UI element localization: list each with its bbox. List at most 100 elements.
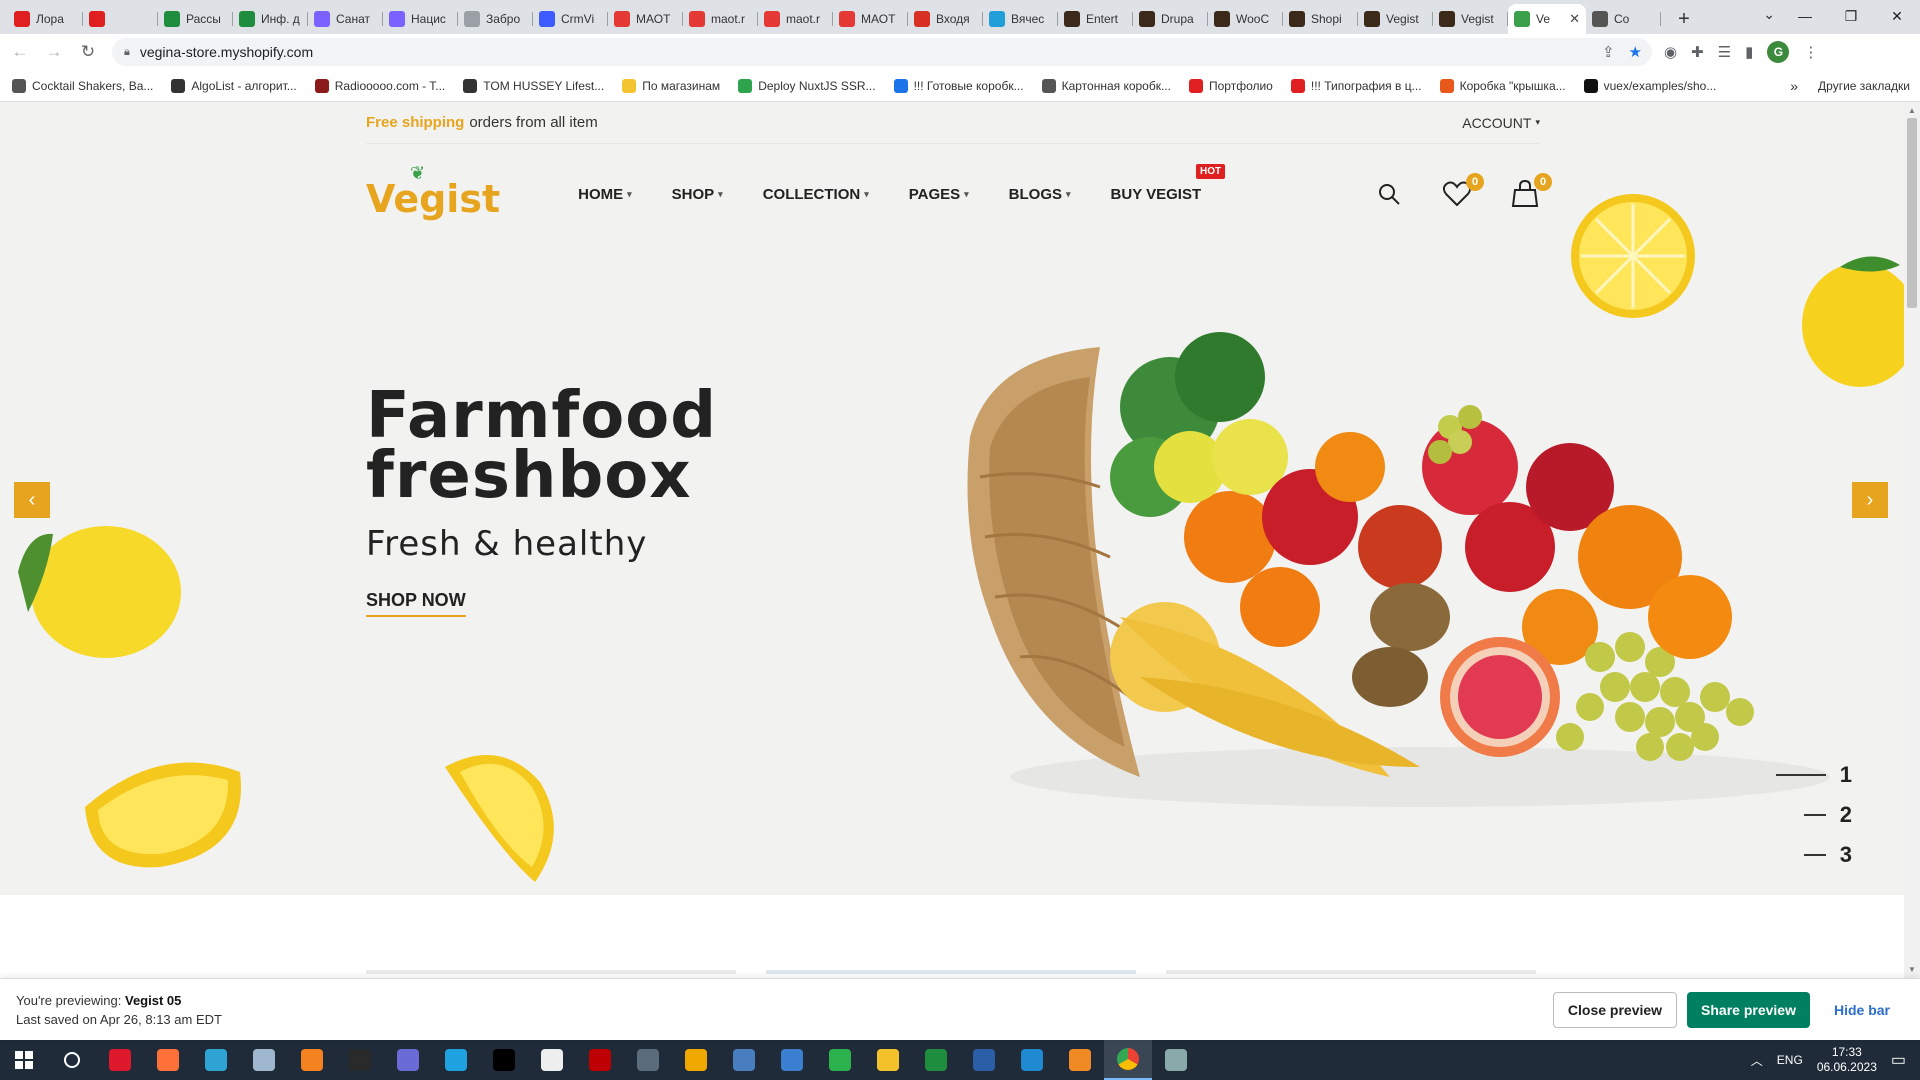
bookmark-item[interactable]: vuex/examples/sho... xyxy=(1583,78,1716,93)
forward-button[interactable]: → xyxy=(40,38,68,66)
browser-tab[interactable] xyxy=(83,4,158,34)
taskbar-app-button[interactable] xyxy=(768,1040,816,1080)
wishlist-button[interactable]: 0 xyxy=(1442,173,1484,209)
browser-tab[interactable]: МАОТ xyxy=(608,4,683,34)
close-preview-button[interactable]: Close preview xyxy=(1552,991,1678,1028)
back-button[interactable]: ← xyxy=(6,38,34,66)
page-scrollbar[interactable]: ▲ ▼ xyxy=(1904,102,1920,978)
bookmark-item[interactable]: По магазинам xyxy=(622,78,720,93)
browser-tab[interactable]: Санат xyxy=(308,4,383,34)
scrollbar-thumb[interactable] xyxy=(1907,118,1917,308)
close-window-button[interactable]: ✕ xyxy=(1874,0,1920,32)
taskbar-app-button[interactable] xyxy=(192,1040,240,1080)
profile-avatar[interactable]: G xyxy=(1767,41,1790,63)
language-indicator[interactable]: ENG xyxy=(1777,1053,1803,1067)
nav-item-shop[interactable]: SHOP ▾ xyxy=(672,186,723,203)
search-button[interactable] xyxy=(1374,179,1404,209)
nav-item-buy-vegist[interactable]: BUY VEGIST HOT xyxy=(1111,163,1226,203)
close-tab-icon[interactable]: ✕ xyxy=(1569,11,1580,27)
slide-indicator[interactable]: 2 xyxy=(1803,802,1852,828)
browser-tab[interactable]: МАОТ xyxy=(833,4,908,34)
bookmark-item[interactable]: !!! Типография в ц... xyxy=(1290,78,1422,93)
taskbar-app-button[interactable] xyxy=(960,1040,1008,1080)
taskbar-app-button[interactable] xyxy=(624,1040,672,1080)
taskbar-app-button[interactable] xyxy=(1056,1040,1104,1080)
nav-item-home[interactable]: HOME ▾ xyxy=(578,186,632,203)
browser-tab[interactable]: Лора xyxy=(8,4,83,34)
bookmark-item[interactable]: !!! Готовые коробк... xyxy=(893,78,1024,93)
menu-icon[interactable]: ⋮ xyxy=(1803,43,1818,61)
bookmark-item[interactable]: AlgoList - алгорит... xyxy=(171,78,297,93)
store-logo[interactable]: ❦ Vegist xyxy=(366,163,500,221)
nav-item-collection[interactable]: COLLECTION ▾ xyxy=(763,186,869,203)
tab-search-chevron-icon[interactable]: ⌄ xyxy=(1763,6,1775,23)
browser-tab[interactable]: Drupa xyxy=(1133,4,1208,34)
slide-indicator[interactable]: 1 xyxy=(1775,762,1852,788)
bookmark-item[interactable]: Cocktail Shakers, Ba... xyxy=(12,78,153,93)
reading-list-icon[interactable]: ☰ xyxy=(1718,43,1731,61)
taskbar-app-button[interactable] xyxy=(576,1040,624,1080)
extensions-puzzle-icon[interactable]: ✚ xyxy=(1691,43,1704,61)
slider-prev-button[interactable]: ‹ xyxy=(14,482,50,518)
browser-tab[interactable]: Shopi xyxy=(1283,4,1358,34)
nav-item-blogs[interactable]: BLOGS ▾ xyxy=(1009,186,1071,203)
shop-now-button[interactable]: SHOP NOW xyxy=(366,590,466,617)
taskbar-app-button[interactable] xyxy=(432,1040,480,1080)
taskbar-app-button[interactable] xyxy=(912,1040,960,1080)
clock[interactable]: 17:33 06.06.2023 xyxy=(1817,1045,1877,1075)
slide-indicator[interactable]: 3 xyxy=(1803,842,1852,868)
share-icon[interactable]: ⇪ xyxy=(1602,43,1615,61)
other-bookmarks-folder[interactable]: Другие закладки xyxy=(1812,79,1910,93)
taskbar-app-button[interactable] xyxy=(96,1040,144,1080)
taskbar-app-button[interactable] xyxy=(1008,1040,1056,1080)
bookmark-item[interactable]: TOM HUSSEY Lifest... xyxy=(463,78,604,93)
new-tab-button[interactable]: + xyxy=(1669,4,1699,34)
browser-tab[interactable]: Co xyxy=(1586,4,1661,34)
browser-tab[interactable]: maot.r xyxy=(683,4,758,34)
cart-button[interactable]: 0 xyxy=(1510,173,1552,209)
extension-icon[interactable]: ◉ xyxy=(1664,43,1677,61)
browser-tab[interactable]: Вячес xyxy=(983,4,1058,34)
minimize-button[interactable]: — xyxy=(1782,0,1828,32)
taskbar-app-button[interactable] xyxy=(240,1040,288,1080)
share-preview-button[interactable]: Share preview xyxy=(1687,991,1810,1028)
browser-tab[interactable]: Ve ✕ xyxy=(1508,4,1586,34)
browser-tab[interactable]: Входя xyxy=(908,4,983,34)
taskbar-app-button[interactable] xyxy=(1152,1040,1200,1080)
browser-tab[interactable]: Забро xyxy=(458,4,533,34)
browser-tab[interactable]: Нацис xyxy=(383,4,458,34)
scroll-up-icon[interactable]: ▲ xyxy=(1908,106,1916,115)
taskbar-app-button[interactable] xyxy=(48,1040,96,1080)
taskbar-app-button[interactable] xyxy=(1104,1040,1152,1080)
browser-tab[interactable]: Entert xyxy=(1058,4,1133,34)
browser-tab[interactable]: Vegist xyxy=(1358,4,1433,34)
scroll-down-icon[interactable]: ▼ xyxy=(1908,965,1916,974)
taskbar-app-button[interactable] xyxy=(816,1040,864,1080)
reload-button[interactable]: ↻ xyxy=(74,38,102,66)
taskbar-app-button[interactable] xyxy=(384,1040,432,1080)
tray-chevron-icon[interactable]: ︿ xyxy=(1751,1052,1763,1069)
taskbar-app-button[interactable] xyxy=(144,1040,192,1080)
taskbar-app-button[interactable] xyxy=(672,1040,720,1080)
start-button[interactable] xyxy=(0,1040,48,1080)
bookmark-item[interactable]: Radiooooo.com - T... xyxy=(314,78,445,93)
address-bar[interactable]: 🔒︎ vegina-store.myshopify.com ⇪ ★ xyxy=(112,38,1652,66)
nav-item-pages[interactable]: PAGES ▾ xyxy=(909,186,969,203)
more-bookmarks-chevron-icon[interactable]: » xyxy=(1790,78,1798,94)
bookmark-item[interactable]: Картонная коробк... xyxy=(1041,78,1171,93)
taskbar-app-button[interactable] xyxy=(480,1040,528,1080)
taskbar-app-button[interactable] xyxy=(864,1040,912,1080)
browser-tab[interactable]: CrmVi xyxy=(533,4,608,34)
hide-bar-button[interactable]: Hide bar xyxy=(1820,992,1904,1028)
browser-tab[interactable]: Vegist xyxy=(1433,4,1508,34)
slider-next-button[interactable]: › xyxy=(1852,482,1888,518)
maximize-button[interactable]: ❐ xyxy=(1828,0,1874,32)
bookmark-item[interactable]: Коробка "крышка... xyxy=(1439,78,1566,93)
browser-tab[interactable]: WooC xyxy=(1208,4,1283,34)
taskbar-app-button[interactable] xyxy=(288,1040,336,1080)
taskbar-app-button[interactable] xyxy=(720,1040,768,1080)
bookmark-item[interactable]: Deploy NuxtJS SSR... xyxy=(738,78,876,93)
account-dropdown[interactable]: ACCOUNT ▾ xyxy=(1462,115,1540,131)
side-panel-icon[interactable]: ▮ xyxy=(1745,43,1753,61)
browser-tab[interactable]: Рассы xyxy=(158,4,233,34)
